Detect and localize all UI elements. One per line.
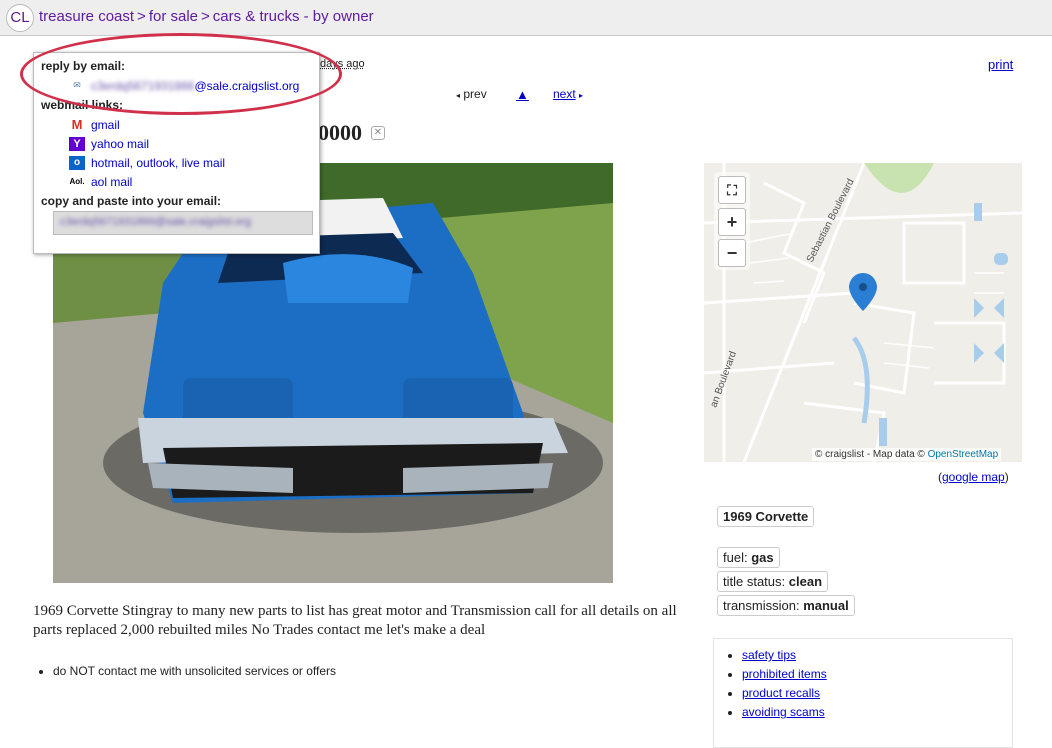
- outlook-link[interactable]: hotmail, outlook, live mail: [91, 156, 225, 170]
- copy-email-field[interactable]: c3erdq5671931866@sale.craigslist.org: [53, 211, 313, 235]
- safety-item: product recalls: [742, 684, 1012, 703]
- print-link[interactable]: print: [988, 57, 1013, 72]
- notices-list: do NOT contact me with unsolicited servi…: [53, 664, 336, 678]
- aol-link[interactable]: aol mail: [91, 175, 132, 189]
- safety-item: avoiding scams: [742, 703, 1012, 722]
- webmail-yahoo[interactable]: Y yahoo mail: [69, 134, 312, 153]
- next-arrow-icon: ▸: [579, 91, 584, 100]
- product-recalls-link[interactable]: product recalls: [742, 686, 820, 700]
- webmail-outlook[interactable]: o hotmail, outlook, live mail: [69, 153, 312, 172]
- vehicle-name: 1969 Corvette: [717, 506, 815, 527]
- google-map-link[interactable]: google map: [942, 470, 1005, 484]
- safety-box: safety tips prohibited items product rec…: [713, 638, 1013, 748]
- fullscreen-icon[interactable]: ⛶: [718, 176, 746, 204]
- zoom-out-button[interactable]: −: [718, 239, 746, 267]
- attr-title-status: title status: clean: [717, 571, 829, 592]
- zoom-in-button[interactable]: +: [718, 208, 746, 236]
- breadcrumb-region[interactable]: treasure coast: [39, 8, 134, 25]
- top-bar: CL treasure coast > for sale > cars & trucks…: [0, 0, 1052, 36]
- attr-fuel: fuel: gas: [717, 547, 780, 568]
- breadcrumb-for-sale[interactable]: for sale: [149, 8, 198, 25]
- craigslist-logo[interactable]: CL: [6, 4, 34, 32]
- notice-item: do NOT contact me with unsolicited servi…: [53, 664, 336, 678]
- attr-transmission: transmission: manual: [717, 595, 855, 616]
- next-link[interactable]: next ▸: [553, 87, 583, 101]
- map-attribution: © craigslist - Map data © OpenStreetMap: [812, 448, 1002, 461]
- attr-group-details: fuel: gas title status: clean transmissi…: [717, 547, 855, 619]
- avoiding-scams-link[interactable]: avoiding scams: [742, 705, 825, 719]
- map[interactable]: Sebastian Boulevard an Boulevard: [704, 163, 1022, 462]
- hide-posting-icon[interactable]: ✕: [371, 126, 385, 140]
- prev-link[interactable]: ◂ prev: [456, 87, 487, 101]
- attr-group-name: 1969 Corvette: [717, 506, 815, 530]
- yahoo-link[interactable]: yahoo mail: [91, 137, 149, 151]
- gmail-link[interactable]: gmail: [91, 118, 120, 132]
- posting-title: 0000: [318, 120, 362, 145]
- aol-icon: Aol.: [69, 177, 85, 186]
- safety-tips-link[interactable]: safety tips: [742, 648, 796, 662]
- copy-heading: copy and paste into your email:: [41, 194, 222, 208]
- prohibited-items-link[interactable]: prohibited items: [742, 667, 827, 681]
- highlight-oval: [20, 33, 342, 115]
- map-tiles: Sebastian Boulevard an Boulevard: [704, 163, 1022, 462]
- outlook-icon: o: [69, 155, 85, 170]
- yahoo-icon: Y: [69, 136, 85, 151]
- google-map-wrapper: (google map): [938, 470, 1009, 484]
- up-to-listings-link[interactable]: ▲: [516, 87, 529, 102]
- openstreetmap-link[interactable]: OpenStreetMap: [928, 449, 999, 460]
- map-controls: ⛶ + −: [714, 172, 750, 270]
- safety-item: safety tips: [742, 646, 1012, 665]
- safety-item: prohibited items: [742, 665, 1012, 684]
- gmail-icon: M: [71, 117, 83, 132]
- prev-arrow-icon: ◂: [456, 91, 461, 100]
- webmail-gmail[interactable]: M gmail: [69, 115, 312, 134]
- posting-body: 1969 Corvette Stingray to many new parts…: [33, 603, 677, 638]
- breadcrumb-category[interactable]: cars & trucks - by owner: [213, 8, 374, 25]
- webmail-aol[interactable]: Aol. aol mail: [69, 172, 312, 191]
- breadcrumb: treasure coast > for sale > cars & trucks - …: [39, 8, 374, 25]
